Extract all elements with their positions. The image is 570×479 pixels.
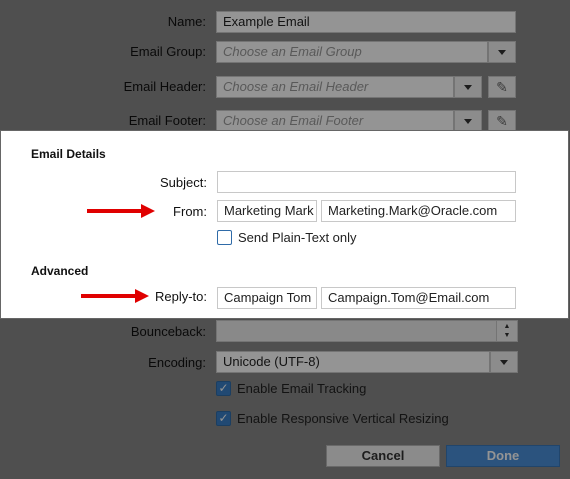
email-details-panel: Email Details Subject: From: Marketing M… bbox=[0, 130, 569, 319]
reply-to-label: Reply-to: bbox=[154, 289, 207, 304]
email-details-heading: Email Details bbox=[31, 147, 106, 161]
plain-text-label: Send Plain-Text only bbox=[238, 230, 357, 245]
plain-text-checkbox[interactable] bbox=[217, 230, 232, 245]
reply-to-email-input[interactable]: Campaign.Tom@Email.com bbox=[321, 287, 516, 309]
from-email-input[interactable]: Marketing.Mark@Oracle.com bbox=[321, 200, 516, 222]
subject-label: Subject: bbox=[160, 175, 207, 190]
from-label: From: bbox=[173, 204, 207, 219]
advanced-heading: Advanced bbox=[31, 264, 89, 278]
from-name-input[interactable]: Marketing Mark bbox=[217, 200, 317, 222]
reply-to-name-input[interactable]: Campaign Tom bbox=[217, 287, 317, 309]
subject-input[interactable] bbox=[217, 171, 516, 193]
